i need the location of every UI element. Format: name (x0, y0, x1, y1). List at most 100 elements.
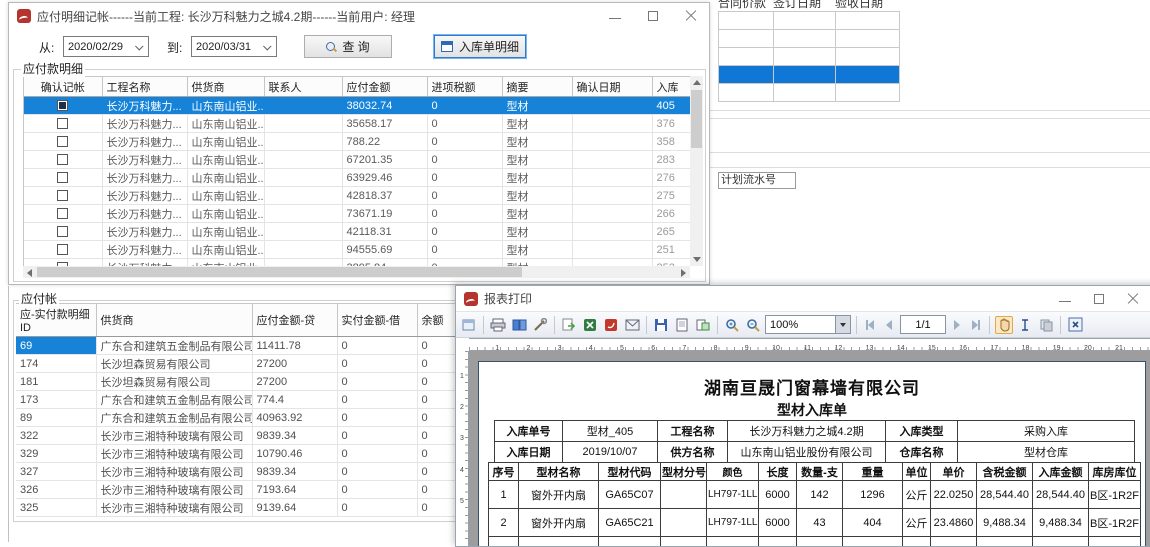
column-header[interactable]: 进项税额 (427, 77, 502, 97)
table-row[interactable]: 长沙万科魅力...山东南山铝业...788.220型材358 (24, 133, 690, 151)
close-button[interactable] (1127, 293, 1139, 305)
next-page-button[interactable] (949, 316, 965, 334)
table-cell[interactable]: 型材 (502, 187, 572, 205)
table-row[interactable]: 长沙万科魅力...山东南山铝业...73671.190型材266 (24, 205, 690, 223)
table-row[interactable]: 长沙万科魅力...山东南山铝业...42118.310型材265 (24, 223, 690, 241)
table-row[interactable] (719, 48, 900, 66)
table-cell[interactable]: 0 (427, 187, 502, 205)
table-row[interactable]: 327长沙市三湘特种玻璃有限公司9839.3400 (16, 463, 483, 481)
table-row[interactable]: 329长沙市三湘特种玻璃有限公司10790.4600 (16, 445, 483, 463)
table-cell[interactable]: 11411.78 (252, 337, 337, 355)
table-cell[interactable] (24, 169, 102, 187)
titlebar[interactable]: 应付明细记帐------当前工程: 长沙万科魅力之城4.2期------当前用户… (9, 3, 709, 29)
last-page-button[interactable] (968, 316, 984, 334)
table-cell[interactable]: 38032.74 (342, 97, 427, 115)
column-header[interactable]: 工程名称 (102, 77, 187, 97)
table-cell[interactable]: 长沙万科魅力... (102, 187, 187, 205)
table-cell[interactable]: 山东南山铝业... (187, 115, 264, 133)
table-cell[interactable]: 9139.64 (252, 499, 337, 517)
column-header[interactable]: 入库 (652, 77, 690, 97)
table-cell[interactable] (264, 151, 342, 169)
table-cell[interactable]: 405 (652, 97, 690, 115)
horizontal-scrollbar[interactable] (23, 266, 690, 278)
save-icon[interactable] (652, 316, 670, 334)
table-cell[interactable] (719, 66, 774, 84)
maximize-button[interactable] (1093, 293, 1105, 305)
table-cell[interactable]: 0 (337, 409, 417, 427)
table-row[interactable] (719, 30, 900, 48)
table-row[interactable]: 长沙万科魅力...山东南山铝业...63929.460型材276 (24, 169, 690, 187)
table-cell[interactable] (836, 48, 900, 66)
table-cell[interactable]: 265 (652, 223, 690, 241)
column-header[interactable]: 应-实付款明细ID (16, 304, 96, 337)
export-icon[interactable] (560, 316, 578, 334)
table-row[interactable]: 长沙万科魅力...山东南山铝业...94555.690型材251 (24, 241, 690, 259)
table-cell[interactable] (264, 133, 342, 151)
table-cell[interactable]: 27200 (252, 373, 337, 391)
table-cell[interactable]: 376 (652, 115, 690, 133)
table-cell[interactable]: 27200 (252, 355, 337, 373)
table-cell[interactable]: 174 (16, 355, 96, 373)
table-cell[interactable] (774, 30, 836, 48)
table-cell[interactable]: 0 (337, 481, 417, 499)
table-cell[interactable] (836, 66, 900, 84)
table-cell[interactable]: 长沙万科魅力... (102, 97, 187, 115)
table-cell[interactable]: 329 (16, 445, 96, 463)
table-row[interactable]: 长沙万科魅力...山东南山铝业...38032.740型材405 (24, 97, 690, 115)
table-cell[interactable]: 长沙万科魅力... (102, 169, 187, 187)
table-cell[interactable] (774, 66, 836, 84)
table-cell[interactable] (24, 97, 102, 115)
row-checkbox[interactable] (57, 100, 68, 111)
table-cell[interactable] (264, 115, 342, 133)
table-cell[interactable] (264, 205, 342, 223)
table-cell[interactable]: 0 (337, 463, 417, 481)
table-cell[interactable]: 0 (427, 169, 502, 187)
row-checkbox[interactable] (57, 208, 68, 219)
table-cell[interactable] (264, 187, 342, 205)
table-cell[interactable]: 广东合和建筑五金制品有限公司 (96, 391, 252, 409)
table-cell[interactable]: 型材 (502, 259, 572, 267)
table-cell[interactable] (24, 187, 102, 205)
zoom-out-icon[interactable] (744, 316, 762, 334)
table-row[interactable]: 173广东合和建筑五金制品有限公司774.400 (16, 391, 483, 409)
window-menu-icon[interactable] (460, 316, 478, 334)
page-number-field[interactable]: 1/1 (900, 315, 946, 334)
horizontal-scrollbar-thumb[interactable] (37, 267, 522, 277)
table-cell[interactable]: 长沙市三湘特种玻璃有限公司 (96, 427, 252, 445)
row-checkbox[interactable] (57, 118, 68, 129)
table-cell[interactable]: 181 (16, 373, 96, 391)
table-cell[interactable]: 型材 (502, 169, 572, 187)
table-cell[interactable]: 252 (652, 259, 690, 267)
table-row[interactable]: 69广东合和建筑五金制品有限公司11411.7800 (16, 337, 483, 355)
table-row[interactable]: 181长沙坦森贸易有限公司2720000 (16, 373, 483, 391)
table-row[interactable] (719, 12, 900, 30)
table-cell[interactable]: 42818.37 (342, 187, 427, 205)
multi-page-icon[interactable] (694, 316, 712, 334)
table-cell[interactable]: 67201.35 (342, 151, 427, 169)
row-checkbox[interactable] (57, 172, 68, 183)
table-cell[interactable]: 788.22 (342, 133, 427, 151)
table-cell[interactable] (264, 259, 342, 267)
table-cell[interactable]: 0 (427, 259, 502, 267)
zoom-in-icon[interactable] (723, 316, 741, 334)
excel-export-icon[interactable] (581, 316, 599, 334)
table-cell[interactable] (24, 205, 102, 223)
table-cell[interactable]: 长沙坦森贸易有限公司 (96, 355, 252, 373)
row-checkbox[interactable] (57, 136, 68, 147)
table-cell[interactable] (572, 133, 652, 151)
table-cell[interactable]: 长沙市三湘特种玻璃有限公司 (96, 445, 252, 463)
table-row[interactable] (719, 66, 900, 84)
first-page-button[interactable] (862, 316, 878, 334)
table-cell[interactable]: 326 (16, 481, 96, 499)
table-cell[interactable]: 7193.64 (252, 481, 337, 499)
to-date-select[interactable]: 2020/03/31 (191, 36, 277, 57)
print-preview-area[interactable]: 12345 湖南亘晟门窗幕墙有限公司 型材入库单 入库单号型材_405工程名称长… (456, 351, 1150, 546)
table-cell[interactable]: 69 (16, 337, 96, 355)
table-row[interactable]: 325长沙市三湘特种玻璃有限公司9139.6400 (16, 499, 483, 517)
table-cell[interactable]: 0 (337, 391, 417, 409)
row-checkbox[interactable] (57, 154, 68, 165)
text-select-icon[interactable] (1016, 316, 1034, 334)
table-cell[interactable] (264, 241, 342, 259)
table-row[interactable]: 326长沙市三湘特种玻璃有限公司7193.6400 (16, 481, 483, 499)
table-cell[interactable]: 长沙市三湘特种玻璃有限公司 (96, 463, 252, 481)
